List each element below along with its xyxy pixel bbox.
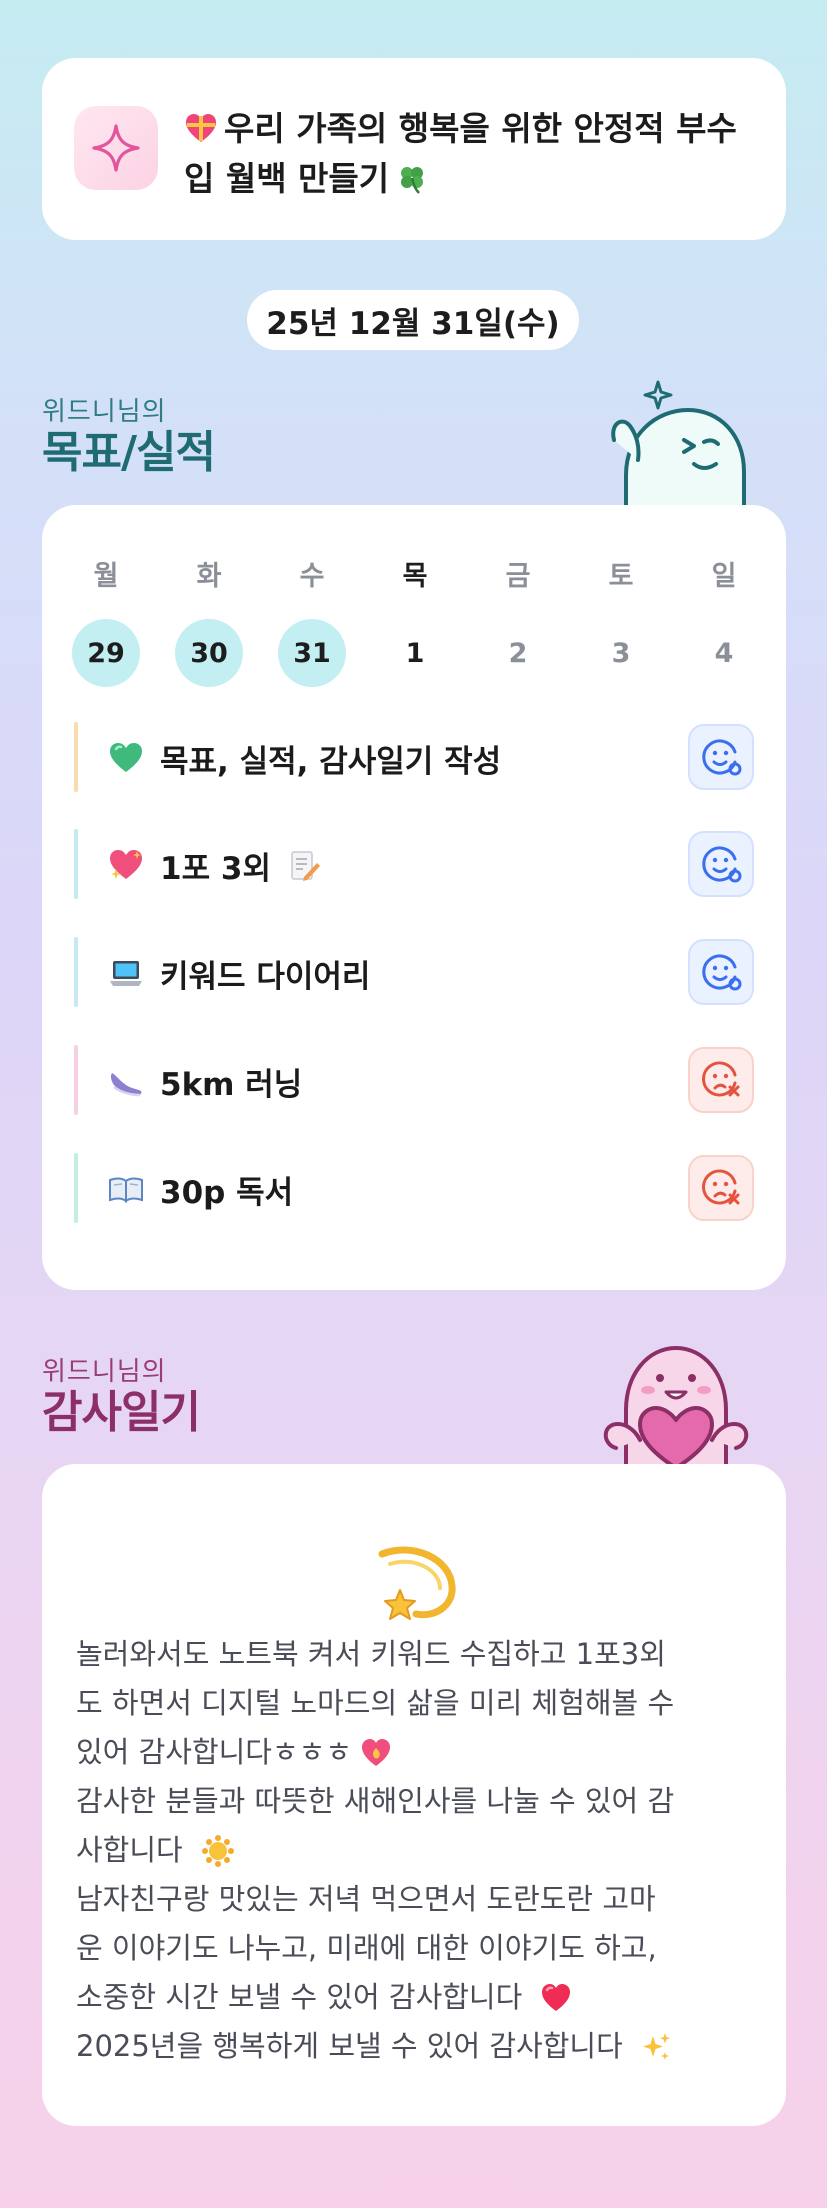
task-color-bar: [74, 1045, 78, 1115]
sun-icon: [201, 1834, 234, 1867]
four-leaf-clover-icon: [401, 167, 424, 194]
goals-section-subtitle: 위드니님의: [42, 397, 167, 427]
task-row[interactable]: 키워드 다이어리: [74, 937, 754, 1007]
task-label: 30p 독서: [160, 1175, 294, 1211]
day-label: 수: [299, 561, 325, 592]
task-color-bar: [74, 829, 78, 899]
day-label: 월: [93, 561, 119, 592]
status-missed-button[interactable]: [688, 1047, 754, 1113]
red-heart-icon: [542, 1983, 571, 2011]
day-saturday[interactable]: 토 3: [587, 557, 655, 687]
goal-title-line2: 입 월백 만들기: [184, 159, 390, 198]
goal-title: 우리 가족의 행복을 위한 안정적 부수 입 월백 만들기: [184, 104, 754, 204]
gratitude-line: 소중한 시간 보낼 수 있어 감사합니다: [76, 1980, 523, 2014]
sparkling-heart-icon: [110, 850, 142, 879]
gratitude-line: 있어 감사합니다ㅎㅎㅎ: [76, 1735, 353, 1769]
day-date: 3: [611, 637, 631, 669]
day-date: 2: [508, 637, 528, 669]
smile-face-icon: [702, 739, 742, 776]
day-label: 목: [402, 561, 428, 592]
day-thursday[interactable]: 목 1: [381, 557, 449, 687]
task-row[interactable]: 5km 러닝: [74, 1045, 754, 1115]
task-color-bar: [74, 722, 78, 792]
gratitude-section-subtitle: 위드니님의: [42, 1357, 167, 1387]
heart-on-fire-icon: [362, 1738, 391, 1766]
goals-section-heading: 위드니님의 목표/실적: [42, 391, 216, 478]
memo-icon: [291, 850, 320, 881]
day-date: 1: [405, 637, 425, 669]
status-done-button[interactable]: [688, 831, 754, 897]
status-done-button[interactable]: [688, 724, 754, 790]
day-label: 일: [711, 561, 737, 592]
day-date: 31: [278, 619, 346, 687]
date-selector[interactable]: 25년 12월 31일(수): [247, 290, 579, 350]
day-date: 4: [714, 637, 734, 669]
task-row[interactable]: 1포 3외: [74, 829, 754, 899]
day-sunday[interactable]: 일 4: [690, 557, 758, 687]
gratitude-section-heading: 위드니님의 감사일기: [42, 1351, 201, 1438]
ghost-mascot-icon: [611, 380, 746, 510]
sad-face-icon: [702, 1169, 740, 1205]
gratitude-card[interactable]: 놀러와서도 노트북 켜서 키워드 수집하고 1포3외 도 하면서 디지털 노마드…: [42, 1464, 786, 2126]
gratitude-line: 감사한 분들과 따뜻한 새해인사를 나눌 수 있어 감: [76, 1784, 675, 1818]
smile-face-icon: [702, 846, 742, 883]
sparkles-icon: [642, 2032, 670, 2060]
day-label: 토: [608, 561, 634, 592]
open-book-icon: [109, 1177, 143, 1203]
task-label: 키워드 다이어리: [160, 959, 371, 995]
gratitude-section-title: 감사일기: [42, 1387, 201, 1438]
laptop-icon: [110, 961, 142, 986]
task-row[interactable]: 30p 독서: [74, 1153, 754, 1223]
day-monday[interactable]: 월 29: [72, 557, 140, 687]
day-tuesday[interactable]: 화 30: [175, 557, 243, 687]
sparkle-icon-box: [74, 106, 158, 190]
goal-title-line1: 우리 가족의 행복을 위한 안정적 부수: [224, 109, 737, 148]
status-missed-button[interactable]: [688, 1155, 754, 1221]
sad-face-icon: [702, 1061, 740, 1097]
gratitude-line: 사합니다: [76, 1833, 183, 1867]
goal-banner[interactable]: 우리 가족의 행복을 위한 안정적 부수 입 월백 만들기: [42, 58, 786, 240]
task-row[interactable]: 목표, 실적, 감사일기 작성: [74, 722, 754, 792]
task-label: 목표, 실적, 감사일기 작성: [160, 744, 502, 780]
running-shoe-icon: [110, 1073, 142, 1097]
dizzy-comet-icon: [378, 1546, 456, 1620]
status-done-button[interactable]: [688, 939, 754, 1005]
gratitude-line: 도 하면서 디지털 노마드의 삶을 미리 체험해볼 수: [76, 1686, 675, 1720]
heart-gift-icon: [186, 114, 216, 142]
smile-face-icon: [702, 954, 742, 991]
day-label: 화: [196, 561, 222, 592]
gratitude-line: 남자친구랑 맛있는 저녁 먹으면서 도란도란 고마: [76, 1882, 656, 1916]
gratitude-journal-text: 놀러와서도 노트북 켜서 키워드 수집하고 1포3외 도 하면서 디지털 노마드…: [76, 1630, 766, 2071]
day-label: 금: [505, 561, 531, 592]
heart-mascot-icon: [603, 1345, 749, 1468]
goals-card: 월 29 화 30 수 31 목 1 금 2 토 3 일 4 목표, 실적, 감…: [42, 505, 786, 1290]
day-wednesday[interactable]: 수 31: [278, 557, 346, 687]
sparkle-icon: [92, 124, 140, 172]
task-color-bar: [74, 937, 78, 1007]
task-label: 1포 3외: [160, 843, 321, 888]
gratitude-line: 놀러와서도 노트북 켜서 키워드 수집하고 1포3외: [76, 1637, 666, 1671]
day-date: 30: [175, 619, 243, 687]
day-friday[interactable]: 금 2: [484, 557, 552, 687]
gratitude-line: 운 이야기도 나누고, 미래에 대한 이야기도 하고,: [76, 1931, 657, 1965]
task-color-bar: [74, 1153, 78, 1223]
day-date: 29: [72, 619, 140, 687]
green-heart-icon: [110, 743, 142, 772]
gratitude-line: 2025년을 행복하게 보낼 수 있어 감사합니다: [76, 2029, 623, 2063]
task-label: 5km 러닝: [160, 1067, 303, 1103]
goals-section-title: 목표/실적: [42, 427, 216, 478]
task-label-text: 1포 3외: [160, 851, 271, 887]
